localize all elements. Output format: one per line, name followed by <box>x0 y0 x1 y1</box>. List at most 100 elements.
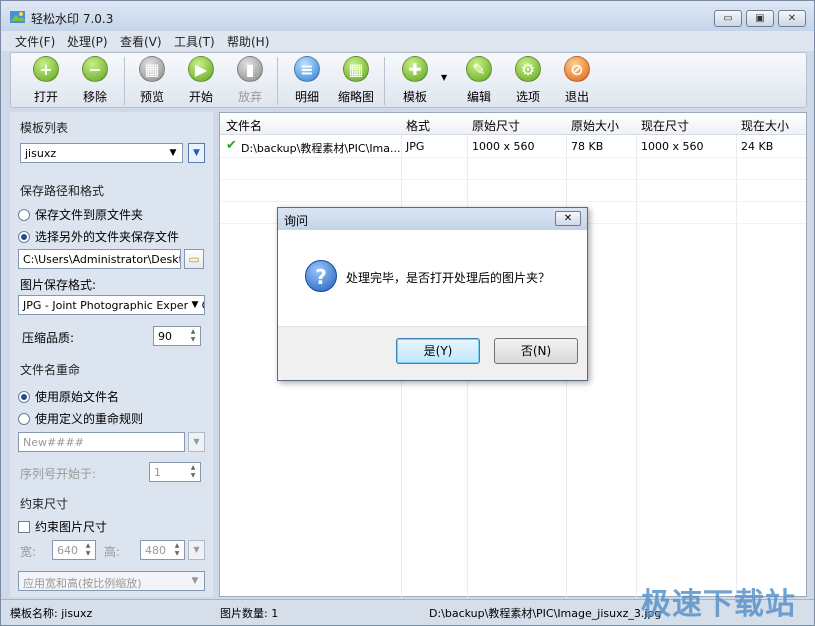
menu-bar: 文件(F) 处理(P) 查看(V) 工具(T) 帮助(H) <box>1 31 814 51</box>
menu-view[interactable]: 查看(V) <box>120 33 162 50</box>
template-select-value: jisuxz <box>25 147 57 160</box>
open-label: 打开 <box>33 90 58 104</box>
puzzle-icon: ✚ <box>402 56 428 82</box>
height-spinner[interactable]: 480 ▲ ▼ <box>140 540 185 560</box>
radio-selected-icon <box>18 230 30 243</box>
size-preset-button[interactable]: ▼ <box>188 540 205 560</box>
table-header: 文件名 格式 原始尺寸 原始大小 现在尺寸 现在大小 <box>220 113 806 135</box>
preview-icon: ▦ <box>139 56 165 82</box>
abandon-button[interactable]: ▮ 放弃 <box>230 56 270 105</box>
toolbar-separator <box>384 57 385 105</box>
spinner-arrows-icon[interactable]: ▲ ▼ <box>187 328 199 344</box>
checkbox-icon <box>18 520 30 533</box>
options-button[interactable]: ⚙ 选项 <box>508 56 548 105</box>
constrain-size-label: 约束图片尺寸 <box>35 520 108 534</box>
thumbnail-label: 缩略图 <box>337 90 374 104</box>
use-custom-rule-label: 使用定义的重命规则 <box>35 412 144 426</box>
spinner-arrows-icon[interactable]: ▲ ▼ <box>171 542 183 558</box>
settings-panel: 模板列表 jisuxz ▼ ▼ 保存路径和格式 保存文件到原文件夹 选择另外的文… <box>10 112 213 597</box>
pencil-icon: ✎ <box>466 56 492 82</box>
column-header-orig-size[interactable]: 原始大小 <box>571 117 619 134</box>
status-template-name: 模板名称: jisuxz <box>10 607 93 620</box>
save-to-other-radio[interactable]: 选择另外的文件夹保存文件 <box>18 228 179 245</box>
use-original-name-label: 使用原始文件名 <box>35 390 120 404</box>
detail-label: 明细 <box>294 90 319 104</box>
column-header-new-dim[interactable]: 现在尺寸 <box>641 117 689 134</box>
height-label: 高: <box>104 545 121 559</box>
width-spinner[interactable]: 640 ▲ ▼ <box>52 540 96 560</box>
dialog-close-button[interactable]: ✕ <box>555 211 581 226</box>
rename-rule-value: New#### <box>23 436 84 449</box>
detail-button[interactable]: ≡ 明细 <box>287 56 327 105</box>
menu-process[interactable]: 处理(P) <box>67 33 108 50</box>
quality-label: 压缩品质: <box>22 331 75 345</box>
format-label: 图片保存格式: <box>20 278 97 292</box>
template-button[interactable]: ✚ 模板 <box>395 56 435 105</box>
seq-start-spinner[interactable]: 1 ▲ ▼ <box>149 462 201 482</box>
start-label: 开始 <box>188 90 213 104</box>
checkmark-icon: ✔ <box>226 138 237 153</box>
rule-menu-button[interactable]: ▼ <box>188 432 205 452</box>
rename-rule-input[interactable]: New#### <box>18 432 185 452</box>
thumbnail-button[interactable]: ▦ 缩略图 <box>336 56 376 105</box>
apply-mode-select[interactable]: 应用宽和高(按比例缩放) ▼ <box>18 571 205 591</box>
menu-file[interactable]: 文件(F) <box>15 33 55 50</box>
menu-tools[interactable]: 工具(T) <box>174 33 215 50</box>
save-path-input[interactable]: C:\Users\Administrator\Desktop\ <box>18 249 181 269</box>
column-header-orig-dim[interactable]: 原始尺寸 <box>472 117 520 134</box>
seq-start-label: 序列号开始于: <box>20 467 97 481</box>
browse-folder-button[interactable]: ▭ <box>184 249 204 269</box>
template-select[interactable]: jisuxz ▼ <box>20 143 183 163</box>
radio-icon <box>18 412 30 425</box>
use-custom-rule-radio[interactable]: 使用定义的重命规则 <box>18 410 143 427</box>
minimize-button[interactable]: ▭ <box>714 10 742 27</box>
constrain-size-checkbox[interactable]: 约束图片尺寸 <box>18 518 107 535</box>
thumbnail-grid-icon: ▦ <box>343 56 369 82</box>
menu-help[interactable]: 帮助(H) <box>227 33 269 50</box>
width-label: 宽: <box>20 545 37 559</box>
close-button[interactable]: ✕ <box>778 10 806 27</box>
app-logo-icon <box>10 11 25 23</box>
watermark-text: 极速下载站 <box>641 587 796 622</box>
template-menu-button[interactable]: ▼ <box>188 143 205 163</box>
toolbar-separator <box>277 57 278 105</box>
column-header-filename[interactable]: 文件名 <box>226 117 262 134</box>
cell-filename: D:\backup\教程素材\PIC\Ima... <box>241 142 401 155</box>
template-dropdown-arrow-icon[interactable]: ▼ <box>441 73 447 82</box>
remove-button[interactable]: − 移除 <box>75 56 115 105</box>
wrench-icon: ⚙ <box>515 56 541 82</box>
preview-button[interactable]: ▦ 预览 <box>132 56 172 105</box>
dialog-message: 处理完毕，是否打开处理后的图片夹？ <box>346 271 551 285</box>
confirm-dialog: 询问 ✕ ? 处理完毕，是否打开处理后的图片夹？ 是(Y) 否(N) <box>277 207 588 381</box>
no-button[interactable]: 否(N) <box>494 338 578 364</box>
spinner-arrows-icon[interactable]: ▲ ▼ <box>187 464 199 480</box>
column-header-new-size[interactable]: 现在大小 <box>741 117 789 134</box>
radio-icon <box>18 208 30 221</box>
rename-title: 文件名重命 <box>20 363 81 377</box>
save-path-value: C:\Users\Administrator\Desktop\ <box>23 253 180 266</box>
format-select[interactable]: JPG - Joint Photographic Experts Group ▼ <box>18 295 205 315</box>
open-button[interactable]: + 打开 <box>26 56 66 105</box>
stop-icon: ▮ <box>237 56 263 82</box>
quality-spinner[interactable]: 90 ▲ ▼ <box>153 326 201 346</box>
spinner-arrows-icon[interactable]: ▲ ▼ <box>82 542 94 558</box>
height-value: 480 <box>145 544 166 557</box>
seq-start-value: 1 <box>154 466 161 479</box>
row-divider <box>220 179 806 180</box>
minus-icon: − <box>82 56 108 82</box>
edit-button[interactable]: ✎ 编辑 <box>459 56 499 105</box>
folder-icon: ▭ <box>188 252 200 266</box>
maximize-button[interactable]: ▣ <box>746 10 774 27</box>
status-path: D:\backup\教程素材\PIC\Image_jisuxz_3.jpg <box>429 607 662 620</box>
cell-new-size: 24 KB <box>741 140 774 153</box>
yes-button[interactable]: 是(Y) <box>396 338 480 364</box>
exit-button[interactable]: ⊘ 退出 <box>557 56 597 105</box>
constraint-title: 约束尺寸 <box>20 497 69 511</box>
column-header-format[interactable]: 格式 <box>406 117 430 134</box>
column-divider <box>736 113 737 598</box>
title-bar: 轻松水印 7.0.3 ▭ ▣ ✕ <box>1 1 814 31</box>
use-original-name-radio[interactable]: 使用原始文件名 <box>18 388 119 405</box>
save-to-original-radio[interactable]: 保存文件到原文件夹 <box>18 206 143 223</box>
exit-label: 退出 <box>564 90 589 104</box>
start-button[interactable]: ▶ 开始 <box>181 56 221 105</box>
